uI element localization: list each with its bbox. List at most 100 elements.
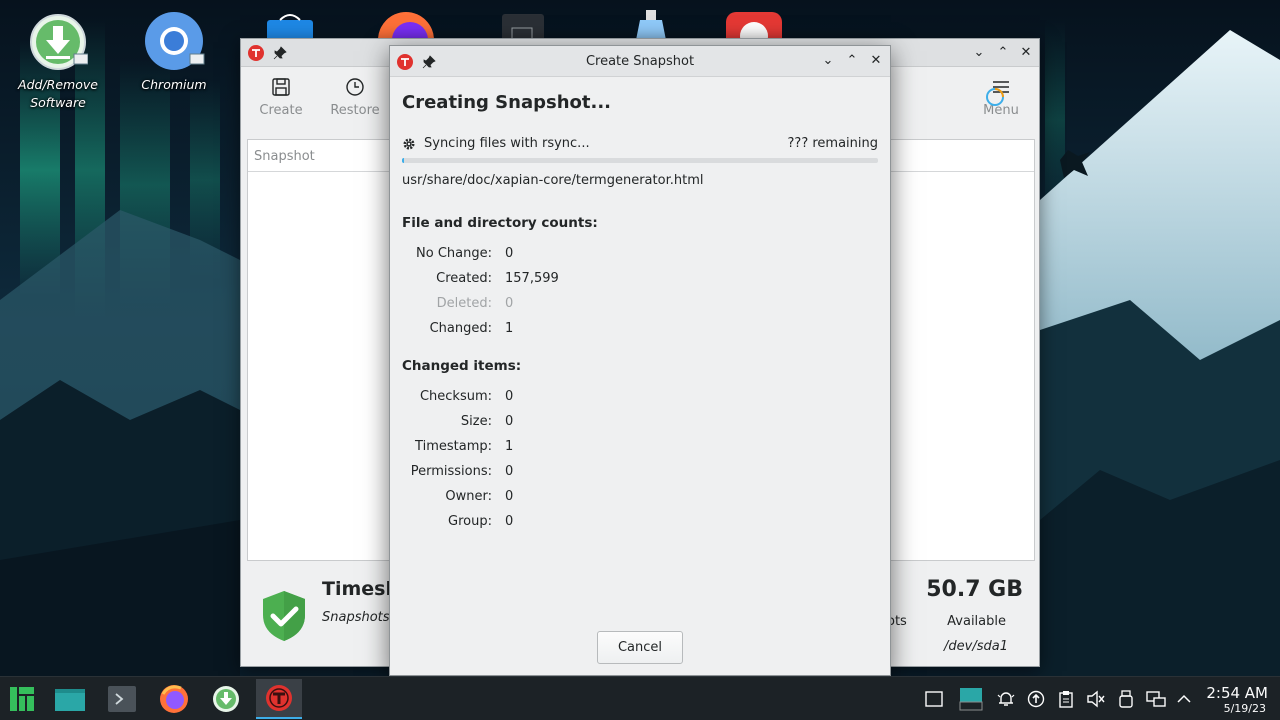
row-value: 1 xyxy=(505,321,514,336)
row-label: Checksum: xyxy=(419,389,492,404)
app-desktop-icon-red[interactable] xyxy=(724,10,784,38)
pin-icon[interactable] xyxy=(273,46,287,60)
folder-icon xyxy=(55,689,85,711)
key-value-row: Group: 0 xyxy=(390,514,590,534)
current-file-path: usr/share/doc/xapian-core/termgenerator.… xyxy=(402,173,704,188)
row-value: 0 xyxy=(505,296,514,311)
row-value: 157,599 xyxy=(505,271,559,286)
chromium-icon xyxy=(145,12,205,70)
clipboard-icon[interactable] xyxy=(1056,689,1076,709)
desktop-icon-label-line1: Add/Remove xyxy=(18,77,98,92)
taskbar-terminal[interactable] xyxy=(102,679,142,719)
status-title: Timesh xyxy=(322,578,399,600)
bottle-desktop-icon[interactable] xyxy=(630,10,674,38)
row-value: 0 xyxy=(505,489,514,504)
create-label: Create xyxy=(259,103,303,118)
clock-icon xyxy=(346,78,364,96)
key-value-row: Checksum: 0 xyxy=(390,389,590,409)
busy-spinner-icon xyxy=(986,88,1004,106)
key-value-row: Created: 157,599 xyxy=(390,271,590,291)
taskbar-timeshift[interactable] xyxy=(256,679,302,719)
row-label: No Change: xyxy=(416,246,492,261)
minimize-button[interactable]: ⌄ xyxy=(970,44,988,62)
maximize-button[interactable]: ⌃ xyxy=(994,44,1012,62)
desktop-icon-add-remove-software[interactable]: Add/Remove Software xyxy=(8,12,108,112)
timeshift-app-icon xyxy=(248,45,264,61)
status-subtitle: Snapshots xyxy=(322,610,390,625)
available-size: 50.7 GB xyxy=(926,577,1023,602)
network-wired-icon[interactable] xyxy=(1146,689,1166,709)
row-value: 0 xyxy=(505,464,514,479)
application-launcher[interactable] xyxy=(2,679,42,719)
firefox-icon xyxy=(160,685,188,713)
manjaro-logo-icon xyxy=(10,687,34,711)
taskbar: 2:54 AM 5/19/23 xyxy=(0,676,1280,720)
clock-date[interactable]: 5/19/23 xyxy=(1186,702,1266,715)
clock-time[interactable]: 2:54 AM xyxy=(1188,684,1268,702)
row-value: 0 xyxy=(505,246,514,261)
row-label: Permissions: xyxy=(410,464,492,479)
restore-label: Restore xyxy=(330,103,380,118)
progress-bar-fill xyxy=(402,158,405,163)
row-label: Timestamp: xyxy=(415,439,492,454)
row-label: Group: xyxy=(448,514,492,529)
sync-status-row: Syncing files with rsync... ??? remainin… xyxy=(402,136,878,154)
key-value-row: Owner: 0 xyxy=(390,489,590,509)
terminal-desktop-icon[interactable] xyxy=(500,12,546,38)
gear-icon xyxy=(403,138,415,150)
key-value-row: No Change: 0 xyxy=(390,246,590,266)
taskbar-firefox[interactable] xyxy=(154,679,194,719)
minimize-button[interactable]: ⌄ xyxy=(819,52,837,70)
row-label: Changed: xyxy=(429,321,492,336)
available-label: Available xyxy=(947,614,1006,629)
timeshift-icon xyxy=(266,685,292,711)
changed-items-section-title: Changed items: xyxy=(402,358,522,374)
restore-button[interactable]: Restore xyxy=(320,77,390,118)
volume-muted-icon[interactable] xyxy=(1086,689,1106,709)
counts-section-title: File and directory counts: xyxy=(402,215,598,231)
row-value: 0 xyxy=(505,414,514,429)
notifications-icon[interactable] xyxy=(996,689,1016,709)
key-value-row: Deleted: 0 xyxy=(390,296,590,316)
key-value-row: Timestamp: 1 xyxy=(390,439,590,459)
terminal-icon xyxy=(108,686,136,712)
close-button[interactable]: ✕ xyxy=(867,52,885,70)
maximize-button[interactable]: ⌃ xyxy=(843,52,861,70)
taskbar-file-manager[interactable] xyxy=(50,679,90,719)
download-icon xyxy=(30,14,88,70)
device-label: /dev/sda1 xyxy=(944,639,1008,654)
create-button[interactable]: Create xyxy=(246,77,316,118)
time-remaining: ??? remaining xyxy=(787,136,878,151)
desktop-icon-label-line2: Software xyxy=(30,95,86,110)
row-value: 0 xyxy=(505,514,514,529)
row-label: Size: xyxy=(460,414,492,429)
dialog-heading: Creating Snapshot... xyxy=(402,92,612,113)
shield-check-icon xyxy=(263,591,305,641)
dialog-title: Create Snapshot xyxy=(585,54,695,69)
progress-bar xyxy=(402,158,878,163)
dialog-titlebar[interactable]: Create Snapshot ⌄ ⌃ ✕ xyxy=(390,46,890,77)
workspace-pager-icon[interactable] xyxy=(958,685,984,713)
store-icon[interactable] xyxy=(265,12,315,38)
row-label: Deleted: xyxy=(436,296,492,311)
close-button[interactable]: ✕ xyxy=(1017,44,1035,62)
row-value: 0 xyxy=(505,389,514,404)
desktop-icon-chromium[interactable]: Chromium xyxy=(124,10,224,94)
firefox-desktop-icon[interactable] xyxy=(376,10,436,38)
row-label: Owner: xyxy=(445,489,492,504)
create-snapshot-dialog: Create Snapshot ⌄ ⌃ ✕ Creating Snapshot.… xyxy=(389,45,891,676)
save-icon xyxy=(272,78,290,96)
row-label: Created: xyxy=(436,271,492,286)
taskbar-add-remove-software[interactable] xyxy=(206,679,246,719)
show-desktop-icon[interactable] xyxy=(924,689,944,709)
cancel-button[interactable]: Cancel xyxy=(597,631,683,664)
key-value-row: Size: 0 xyxy=(390,414,590,434)
updates-icon[interactable] xyxy=(1026,689,1046,709)
key-value-row: Changed: 1 xyxy=(390,321,590,341)
download-icon xyxy=(213,686,239,712)
desktop-icon-label-line1: Chromium xyxy=(141,77,207,92)
removable-device-icon[interactable] xyxy=(1116,689,1136,709)
key-value-row: Permissions: 0 xyxy=(390,464,590,484)
sync-status-text: Syncing files with rsync... xyxy=(424,136,590,151)
row-value: 1 xyxy=(505,439,514,454)
